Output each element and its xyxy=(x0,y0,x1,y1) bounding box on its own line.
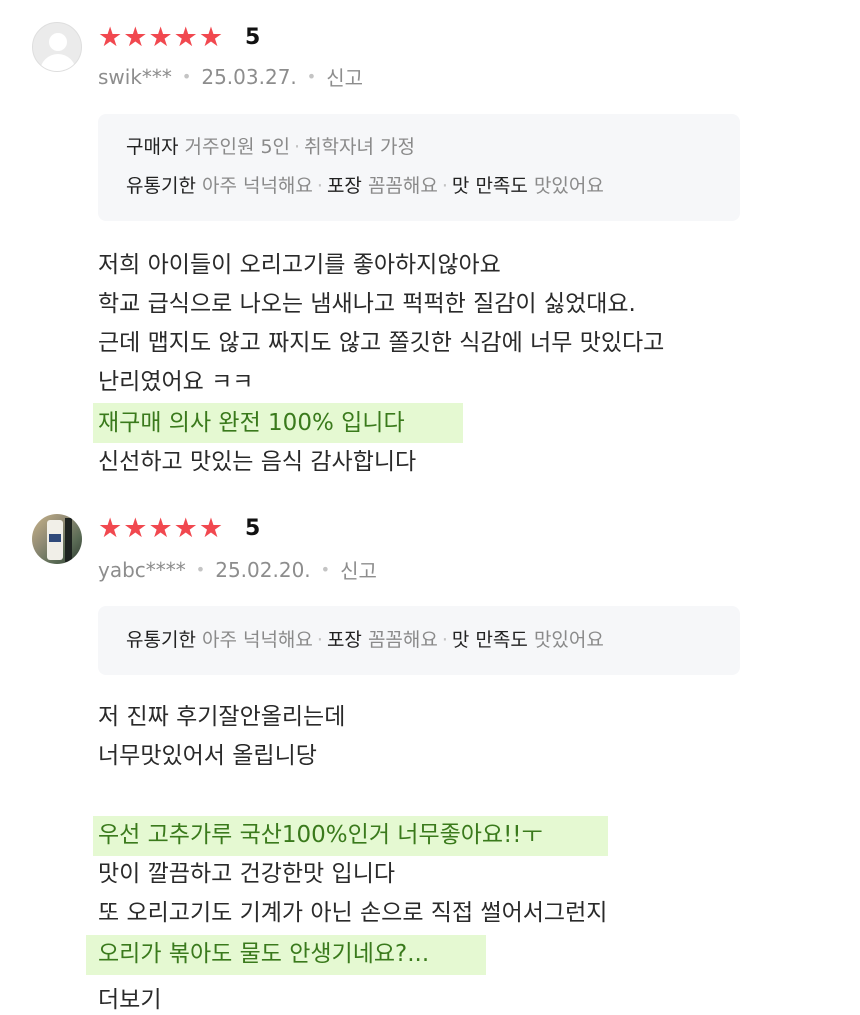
report-button[interactable]: 신고 xyxy=(326,62,363,91)
review-text-line: 또 오리고기도 기계가 아닌 손으로 직접 썰어서그런지 xyxy=(98,900,608,926)
more-link[interactable]: 더보기 xyxy=(98,985,161,1015)
attribute-value: 맛있어요 xyxy=(533,175,604,197)
attribute-key: 포장 xyxy=(326,629,362,651)
review-text-line: 맛이 깔끔하고 건강한맛 입니다 xyxy=(98,861,396,887)
family-info: 취학자녀 가정 xyxy=(304,136,415,158)
review-text-line: 너무맛있어서 올립니당 xyxy=(98,743,317,769)
star-icon: ★ xyxy=(98,513,123,544)
review-info-box: 구매자 거주인원 5인 · 취학자녀 가정 유통기한 아주 넉넉해요 · 포장 꼼꼼해요… xyxy=(98,114,740,221)
review-text-line: 저 진짜 후기잘안올리는데 xyxy=(98,704,346,730)
highlighted-text-line: 오리가 볶아도 물도 안생기네요?... xyxy=(98,941,430,967)
review-text-line: 저희 아이들이 오리고기를 좋아하지않아요 xyxy=(98,252,501,278)
attribute-value: 아주 넉넉해요 xyxy=(201,629,313,651)
attribute-list: 유통기한 아주 넉넉해요 · 포장 꼼꼼해요 · 맛 만족도 맛있어요 xyxy=(126,175,604,197)
review-text-line: 근데 맵지도 않고 짜지도 않고 쫄깃한 식감에 너무 맛있다고 xyxy=(98,330,665,356)
star-icon: ★ xyxy=(173,513,198,544)
user-silhouette-icon xyxy=(49,33,67,51)
attribute-value: 맛있어요 xyxy=(533,629,604,651)
highlighted-text-line: 우선 고추가루 국산100%인거 너무좋아요!!ㅜ xyxy=(98,822,543,848)
star-icon: ★ xyxy=(198,22,224,53)
star-icon: ★ xyxy=(98,22,123,53)
attribute-value: 꼼꼼해요 xyxy=(367,629,438,651)
avatar[interactable] xyxy=(32,514,82,564)
buyer-info: 구매자 거주인원 5인 · 취학자녀 가정 xyxy=(126,136,415,158)
review-meta: yabc**** • 25.02.20. • 신고 xyxy=(98,555,377,584)
star-rating: ★ ★ ★ ★ ★ xyxy=(98,515,223,542)
highlighted-text-line: 재구매 의사 완전 100% 입니다 xyxy=(98,410,405,436)
attribute-key: 포장 xyxy=(326,175,362,197)
reviewer-id: swik*** xyxy=(98,64,172,89)
star-icon: ★ xyxy=(123,513,148,544)
star-icon: ★ xyxy=(148,22,173,53)
household-info: 거주인원 5인 xyxy=(184,136,291,158)
review-text-line: 난리였어요 ㅋㅋ xyxy=(98,369,254,395)
review-info-box: 유통기한 아주 넉넉해요 · 포장 꼼꼼해요 · 맛 만족도 맛있어요 xyxy=(98,606,740,675)
rating-score: 5 xyxy=(245,516,261,541)
review-text-line: 신선하고 맛있는 음식 감사합니다 xyxy=(98,449,417,475)
reviewer-id: yabc**** xyxy=(98,557,186,582)
attribute-key: 맛 만족도 xyxy=(451,175,528,197)
review-date: 25.03.27. xyxy=(201,64,297,89)
buyer-label: 구매자 xyxy=(126,136,179,158)
star-icon: ★ xyxy=(148,513,173,544)
avatar[interactable] xyxy=(32,22,82,72)
review-meta: swik*** • 25.03.27. • 신고 xyxy=(98,62,363,91)
star-icon: ★ xyxy=(198,513,224,544)
attribute-value: 아주 넉넉해요 xyxy=(201,175,313,197)
star-rating: ★ ★ ★ ★ ★ xyxy=(98,24,223,51)
star-icon: ★ xyxy=(123,22,148,53)
rating-score: 5 xyxy=(245,25,261,50)
attribute-key: 맛 만족도 xyxy=(451,629,528,651)
attribute-key: 유통기한 xyxy=(126,629,196,651)
review-text-line: 학교 급식으로 나오는 냄새나고 퍽퍽한 질감이 싫었대요. xyxy=(98,291,636,317)
attribute-list: 유통기한 아주 넉넉해요 · 포장 꼼꼼해요 · 맛 만족도 맛있어요 xyxy=(126,629,604,651)
attribute-key: 유통기한 xyxy=(126,175,196,197)
report-button[interactable]: 신고 xyxy=(340,555,377,584)
star-icon: ★ xyxy=(173,22,198,53)
attribute-value: 꼼꼼해요 xyxy=(367,175,438,197)
review-date: 25.02.20. xyxy=(215,557,311,582)
